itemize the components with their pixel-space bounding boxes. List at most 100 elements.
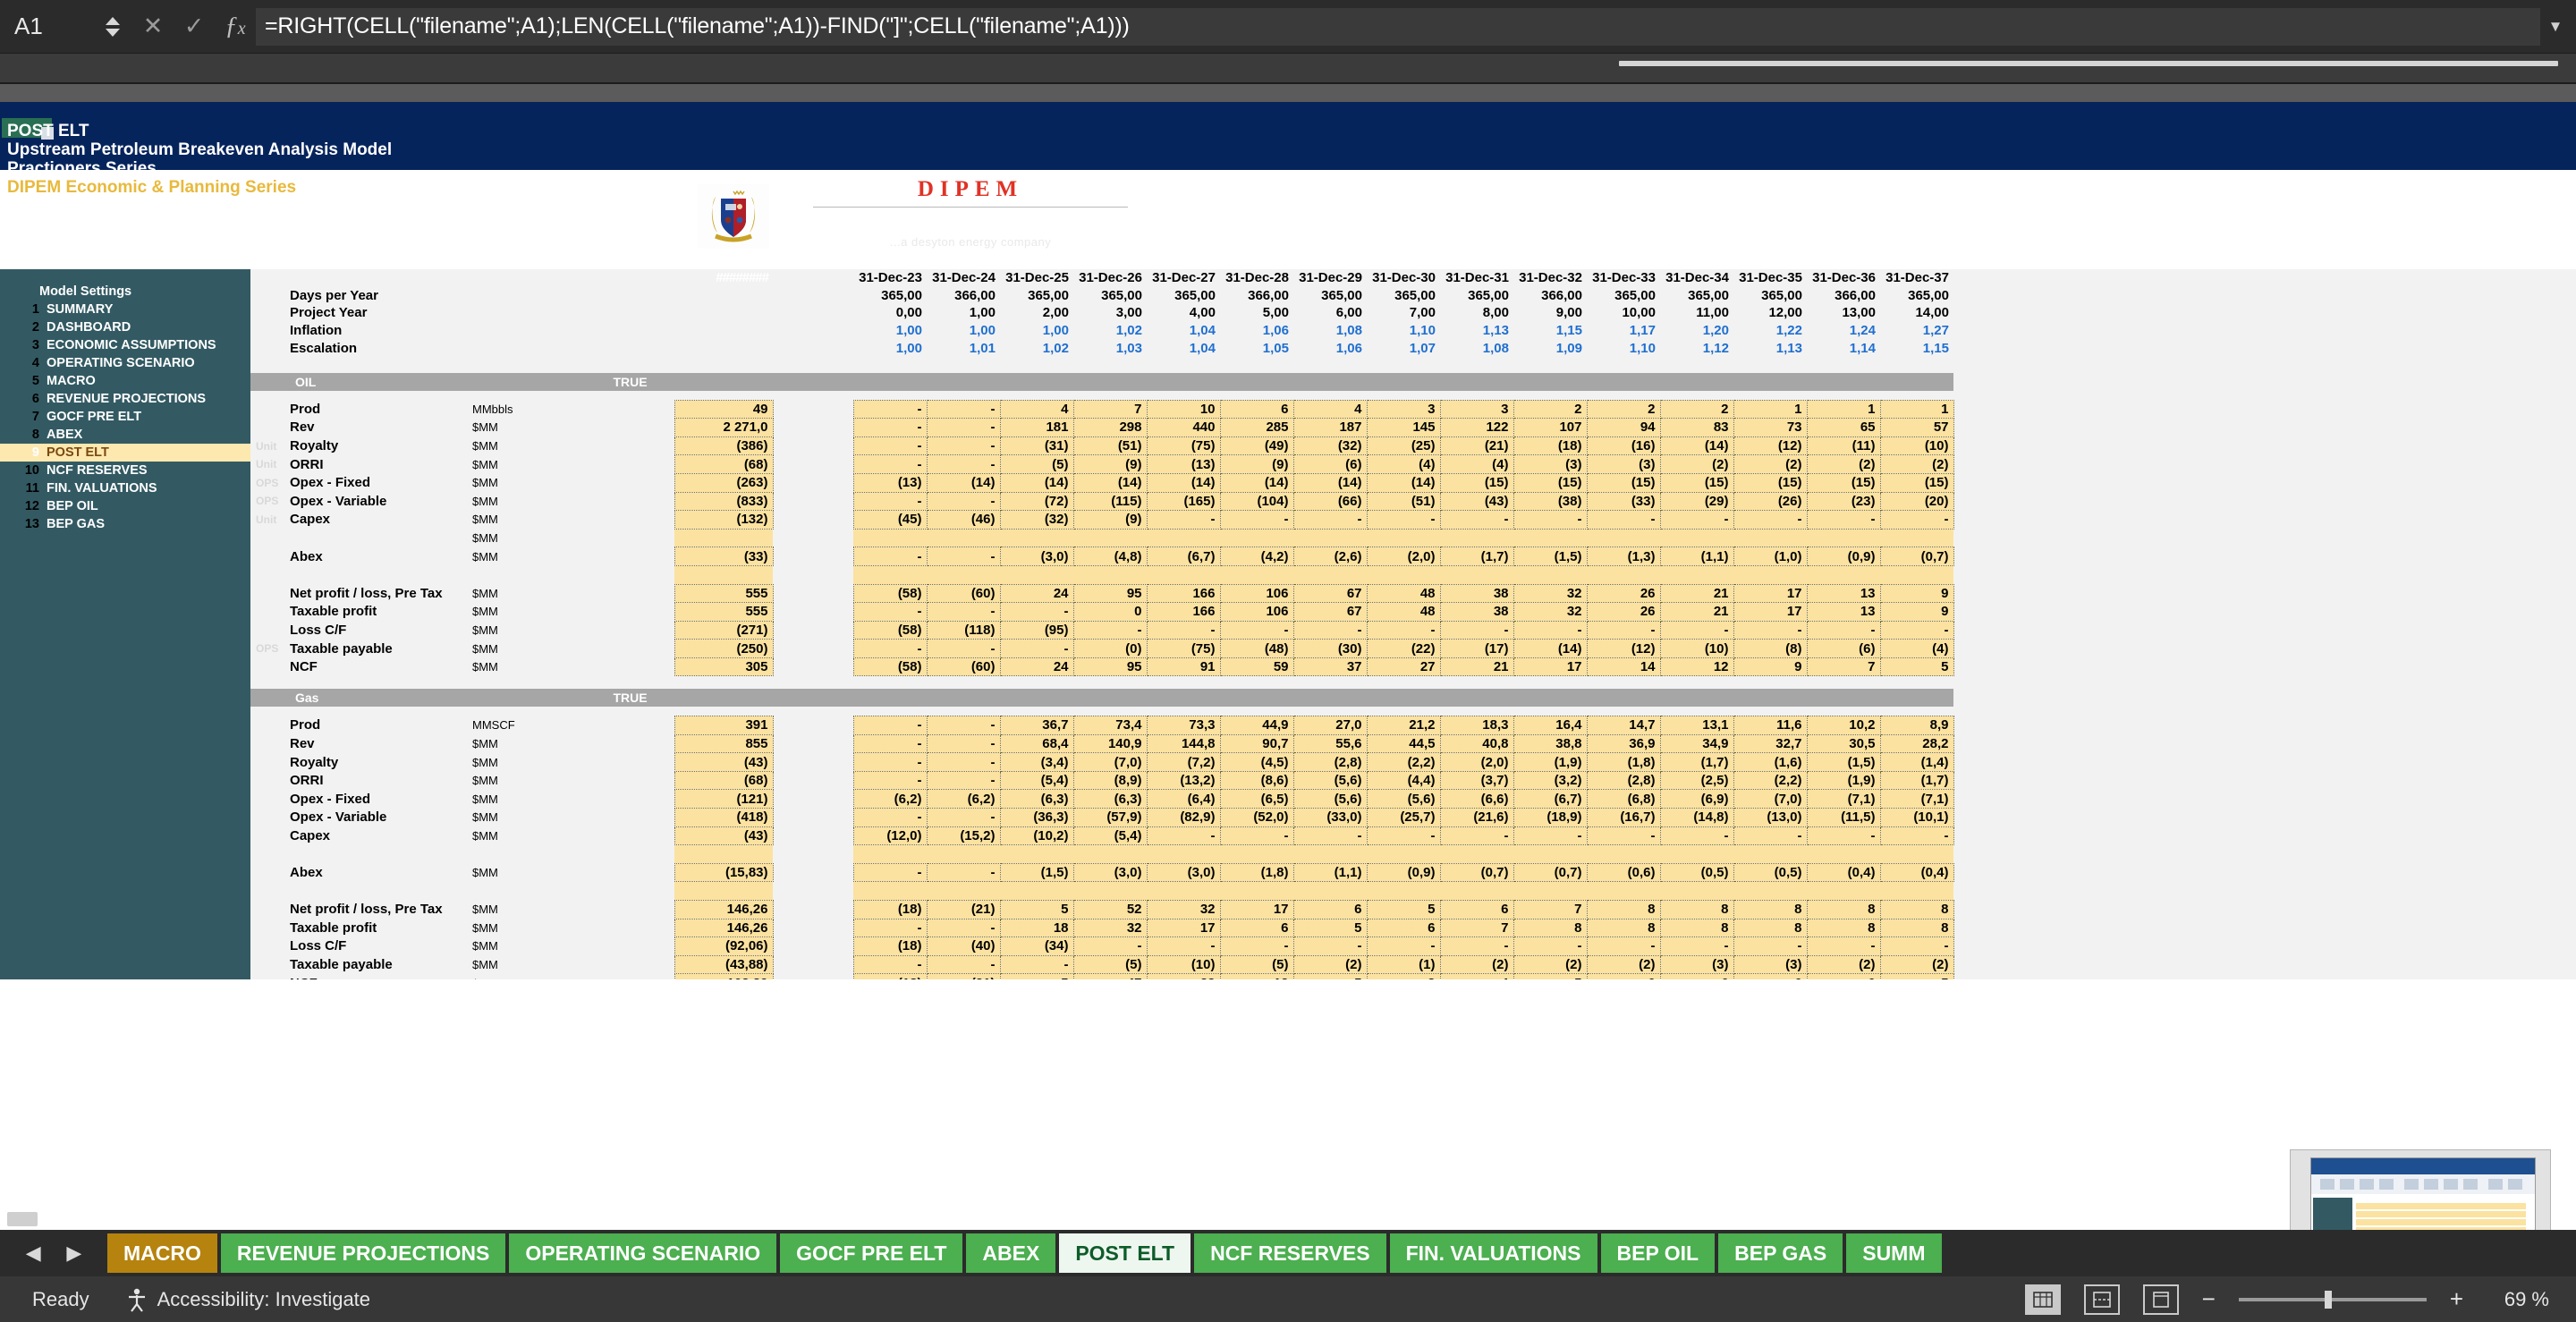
row-value[interactable]: 8,9	[1879, 716, 1954, 735]
spacer-cell[interactable]	[773, 436, 853, 455]
column-date-header[interactable]: 31-Dec-34	[1660, 269, 1733, 287]
row-total[interactable]: (833)	[674, 491, 774, 512]
row-value[interactable]: 166	[1146, 583, 1221, 604]
spacer-cell[interactable]	[585, 473, 674, 492]
row-value[interactable]: (18,9)	[1513, 808, 1588, 827]
parameter-value[interactable]: 1,13	[1733, 339, 1807, 357]
row-tag[interactable]	[250, 400, 290, 419]
row-value[interactable]: 1	[1879, 399, 1954, 419]
row-value[interactable]: 40,8	[1439, 733, 1514, 754]
spacer-cell[interactable]	[250, 269, 290, 287]
spacer-cell[interactable]	[585, 436, 674, 455]
row-value[interactable]: 21	[1659, 583, 1734, 604]
row-unit[interactable]	[469, 882, 585, 901]
section-name[interactable]: OIL	[290, 372, 469, 391]
row-value[interactable]: (6,2)	[926, 789, 1001, 809]
row-value[interactable]: -	[1879, 826, 1954, 846]
row-value[interactable]: (3,0)	[1072, 862, 1148, 883]
row-value[interactable]: -	[926, 547, 1001, 566]
row-value[interactable]	[1293, 565, 1367, 584]
spacer-cell[interactable]	[773, 322, 853, 340]
row-value[interactable]: (95)	[999, 620, 1074, 640]
spreadsheet-grid[interactable]: ######## 31-Dec-23 31-Dec-24 31-Dec-25 31-De…	[250, 269, 2576, 1028]
row-value[interactable]: -	[1219, 826, 1294, 846]
row-value[interactable]	[1660, 844, 1733, 864]
row-value[interactable]: 6	[1219, 399, 1294, 419]
table-row[interactable]: NCF $MM 305 (58) (60) 24 95 91 59 37 27 21 17 14 12 9 7 5	[250, 657, 1954, 677]
row-label[interactable]: Taxable profit	[290, 603, 469, 622]
row-value[interactable]: (4,4)	[1366, 770, 1441, 791]
row-value[interactable]	[1807, 565, 1880, 584]
row-value[interactable]: (1,7)	[1659, 752, 1734, 772]
row-value[interactable]: 181	[999, 418, 1074, 437]
row-value[interactable]: 144,8	[1146, 733, 1221, 754]
spacer-cell[interactable]	[773, 640, 853, 658]
row-value[interactable]: (15)	[1659, 472, 1734, 493]
row-unit[interactable]: $MM	[469, 937, 585, 956]
spacer-cell[interactable]	[585, 419, 674, 437]
table-row[interactable]: Royalty $MM (43) - - (3,4) (7,0) (7,2) (4,5) (2,8…	[250, 752, 1954, 772]
row-value[interactable]: (4,2)	[1219, 547, 1294, 566]
row-label[interactable]: Opex - Variable	[290, 809, 469, 827]
row-value[interactable]: -	[1586, 620, 1661, 640]
row-value[interactable]: 94	[1586, 418, 1661, 437]
section-pad[interactable]	[927, 689, 1000, 708]
spacer-cell[interactable]	[469, 269, 585, 287]
row-label[interactable]: Rev	[290, 734, 469, 753]
row-label[interactable]: Capex	[290, 826, 469, 845]
spacer-cell[interactable]	[585, 455, 674, 474]
row-value[interactable]: 17	[1733, 583, 1808, 604]
row-value[interactable]: (3)	[1659, 954, 1734, 975]
row-total[interactable]: (121)	[674, 789, 774, 809]
spacer-cell[interactable]	[773, 529, 853, 547]
row-value[interactable]: -	[1292, 620, 1368, 640]
row-value[interactable]: -	[852, 733, 928, 754]
row-tag[interactable]	[250, 901, 290, 919]
parameter-value[interactable]: 366,00	[1807, 287, 1880, 305]
row-unit[interactable]	[469, 845, 585, 864]
parameter-value[interactable]: 366,00	[1220, 287, 1293, 305]
row-value[interactable]: (3,4)	[999, 752, 1074, 772]
section-pad[interactable]	[1660, 689, 1733, 708]
row-unit[interactable]: $MM	[469, 753, 585, 772]
row-value[interactable]: 10	[1146, 399, 1221, 419]
column-date-header[interactable]: 31-Dec-37	[1880, 269, 1953, 287]
row-value[interactable]: 28,2	[1879, 733, 1954, 754]
row-value[interactable]: 2	[1586, 399, 1661, 419]
row-value[interactable]: (32)	[1292, 436, 1368, 456]
row-value[interactable]: (8,9)	[1072, 770, 1148, 791]
row-value[interactable]	[1880, 844, 1953, 864]
row-value[interactable]: (2)	[1733, 454, 1808, 474]
row-value[interactable]: 17	[1146, 918, 1221, 938]
row-value[interactable]: -	[999, 639, 1074, 658]
row-value[interactable]	[1733, 529, 1807, 547]
spacer-cell[interactable]	[773, 882, 853, 901]
row-value[interactable]: (12,0)	[852, 826, 928, 846]
row-value[interactable]: (40)	[926, 936, 1001, 956]
parameter-row[interactable]: Escalation 1,00 1,01 1,02 1,03 1,04 1,05 1,06 1,…	[250, 339, 1953, 357]
formula-input[interactable]: =RIGHT(CELL("filename";A1);LEN(CELL("fil…	[256, 7, 2540, 46]
row-value[interactable]: -	[1513, 620, 1588, 640]
row-value[interactable]: -	[852, 491, 928, 512]
row-value[interactable]	[1440, 565, 1513, 584]
row-unit[interactable]: $MM	[469, 901, 585, 919]
row-value[interactable]: 6	[1366, 918, 1441, 938]
row-value[interactable]: -	[1292, 826, 1368, 846]
spacer-cell[interactable]	[674, 339, 773, 357]
row-value[interactable]	[1367, 529, 1440, 547]
row-value[interactable]: -	[852, 602, 928, 622]
spacer-cell[interactable]	[674, 287, 773, 305]
parameter-value[interactable]: 10,00	[1587, 304, 1660, 322]
parameter-value[interactable]: 365,00	[1000, 287, 1073, 305]
row-value[interactable]: (6,7)	[1513, 789, 1588, 809]
row-label[interactable]: NCF	[290, 657, 469, 676]
model-settings-sidebar[interactable]: Model Settings 1 SUMMARY 2 DASHBOARD 3 ECONOM…	[0, 269, 250, 1028]
spacer-cell[interactable]	[585, 511, 674, 530]
spacer-cell[interactable]	[585, 901, 674, 919]
table-row[interactable]: Prod MMSCF 391- -36,7 73,4 73,3 44,9 27,0 21,2 18…	[250, 716, 1954, 735]
row-value[interactable]: (1,5)	[1806, 752, 1881, 772]
row-value[interactable]: (0,4)	[1879, 862, 1954, 883]
section-pad[interactable]	[1440, 372, 1513, 391]
row-value[interactable]: 26	[1586, 583, 1661, 604]
spacer-cell[interactable]	[585, 621, 674, 640]
